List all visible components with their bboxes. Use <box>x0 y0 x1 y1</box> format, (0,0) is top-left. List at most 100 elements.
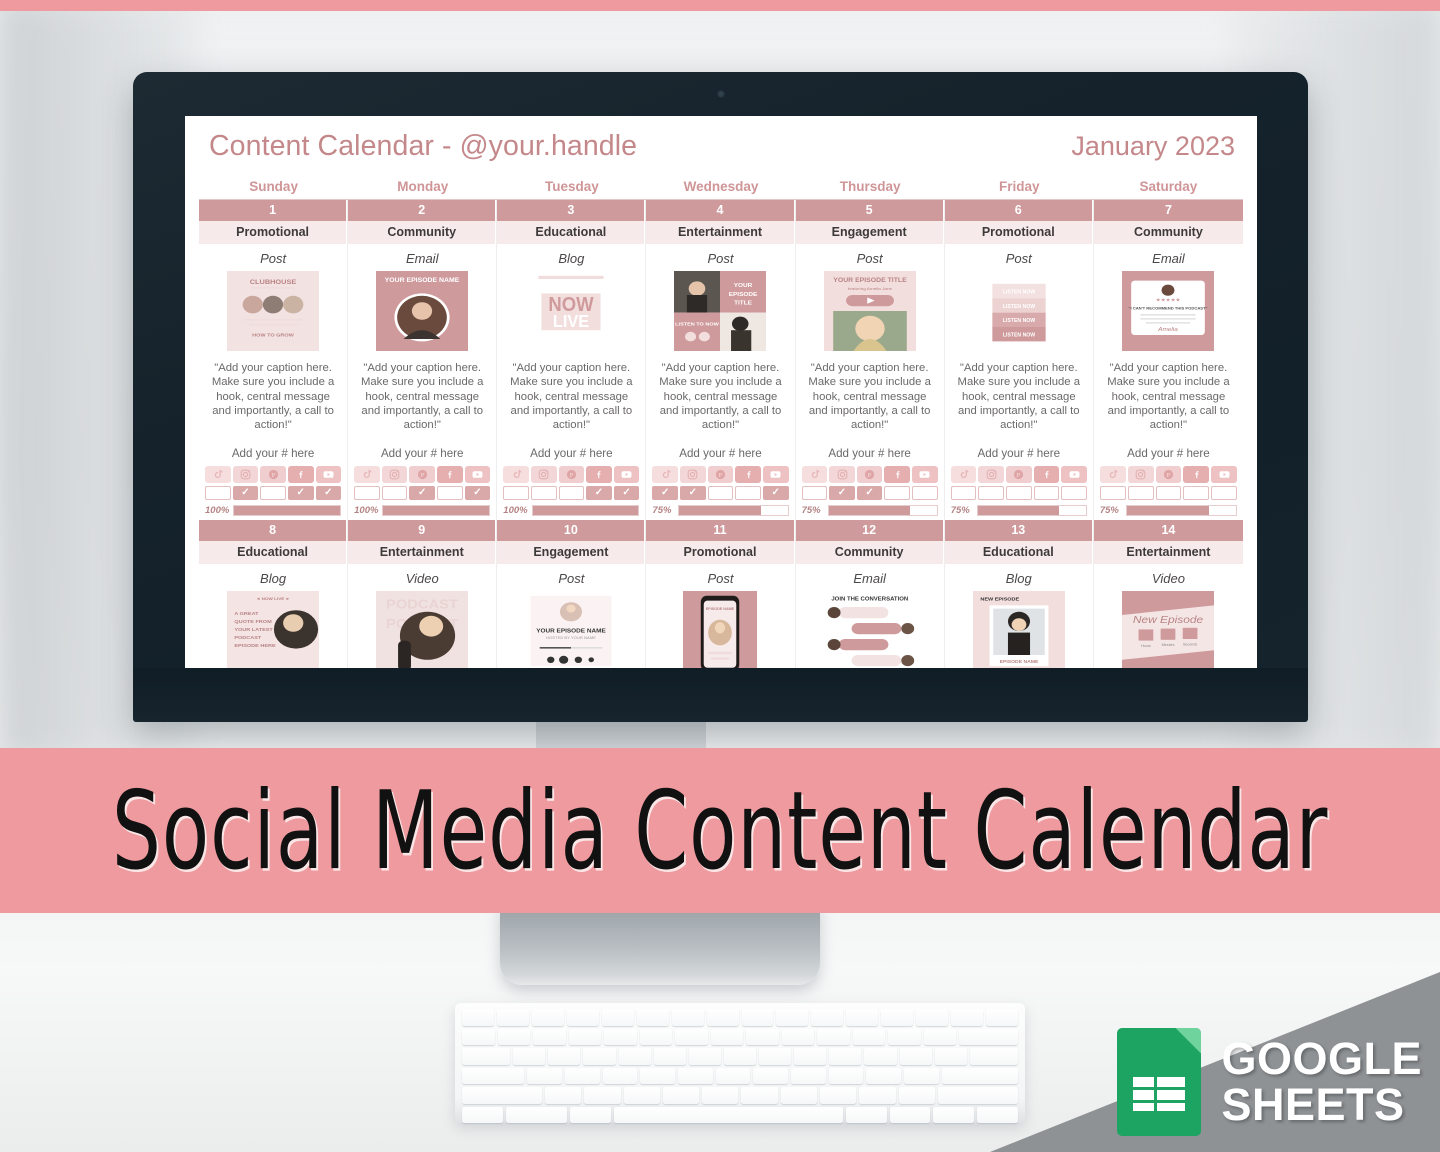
keyboard-key[interactable] <box>640 1067 676 1084</box>
keyboard-key[interactable] <box>723 1048 757 1065</box>
checkbox-pinterest[interactable] <box>260 485 286 500</box>
calendar-day-cell[interactable]: 13 Educational Blog NEW EPISODE EPISODE NAME <box>944 519 1094 668</box>
caption-text[interactable]: "Add your caption here. Make sure you in… <box>945 353 1093 433</box>
keyboard-key[interactable] <box>653 1048 686 1065</box>
keyboard-key[interactable] <box>934 1048 967 1065</box>
checkbox-instagram[interactable] <box>978 485 1004 500</box>
keyboard-key[interactable] <box>568 1028 602 1045</box>
checkbox-instagram[interactable] <box>829 485 855 500</box>
caption-text[interactable]: "Add your caption here. Make sure you in… <box>796 353 944 433</box>
keyboard-key[interactable] <box>776 1009 809 1026</box>
keyboard-key[interactable] <box>811 1009 844 1026</box>
keyboard-key[interactable] <box>565 1067 600 1084</box>
keyboard-key[interactable] <box>462 1028 495 1045</box>
keyboard-key[interactable] <box>781 1028 815 1045</box>
checkbox-youtube[interactable] <box>1061 485 1087 500</box>
checkbox-pinterest[interactable] <box>707 485 734 500</box>
new-episode-polaroid[interactable]: NEW EPISODE EPISODE NAME <box>972 590 1065 668</box>
checkbox-pinterest[interactable] <box>1155 485 1182 500</box>
keyboard-key[interactable] <box>889 1106 931 1123</box>
keyboard-key[interactable] <box>881 1009 914 1026</box>
keyboard-key[interactable] <box>497 1028 531 1045</box>
keyboard-key[interactable] <box>623 1087 660 1104</box>
keyboard-key[interactable] <box>898 1087 936 1104</box>
checkbox-tiktok[interactable] <box>503 485 529 500</box>
keyboard-key[interactable] <box>791 1067 826 1084</box>
calendar-day-cell[interactable]: 12 Community Email JOIN THE CONVERSATION <box>795 519 945 668</box>
checkbox-instagram[interactable] <box>680 485 706 500</box>
keyboard-key[interactable] <box>462 1009 494 1026</box>
checkbox-pinterest[interactable] <box>1005 485 1032 500</box>
keyboard-key[interactable] <box>662 1087 700 1104</box>
keyboard-key[interactable] <box>759 1048 792 1065</box>
checkbox-tiktok[interactable] <box>652 485 679 500</box>
new-episode-countdown[interactable]: New Episode Hours Minutes Seconds <box>1122 590 1215 668</box>
clubhouse-promo-graphic[interactable]: CLUBHOUSE HOW TO GROW <box>227 271 320 351</box>
caption-text[interactable]: "Add your caption here. Make sure you in… <box>1094 353 1243 433</box>
checkbox-youtube[interactable] <box>464 485 491 500</box>
your-episode-name-email[interactable]: YOUR EPISODE NAME <box>376 271 469 351</box>
keyboard-key[interactable] <box>904 1067 939 1084</box>
calendar-day-cell[interactable]: 2 Community Email YOUR EPISODE NAME "Add you… <box>348 200 498 520</box>
keyboard-key[interactable] <box>753 1067 789 1084</box>
checkbox-tiktok[interactable] <box>950 485 977 500</box>
keyboard-key[interactable] <box>923 1028 957 1045</box>
keyboard-key[interactable] <box>496 1009 529 1026</box>
keyboard-key[interactable] <box>527 1067 563 1084</box>
calendar-day-cell[interactable]: 8 Educational Blog ◄ NOW LIVE ► A GREAT QUOTE… <box>199 519 349 668</box>
episode-audio-player[interactable]: YOUR EPISODE NAME HOSTED BY YOUR NAME <box>525 590 618 668</box>
calendar-day-cell[interactable]: 6 Promotional Post LISTEN NOW LISTEN NOW LIST… <box>944 200 1094 520</box>
keyboard-key[interactable] <box>462 1087 542 1104</box>
keyboard-key[interactable] <box>548 1048 581 1065</box>
keyboard-key[interactable] <box>746 1028 779 1045</box>
caption-text[interactable]: "Add your caption here. Make sure you in… <box>348 353 496 433</box>
join-the-conversation-chat[interactable]: JOIN THE CONVERSATION <box>823 590 916 668</box>
keyboard-key[interactable] <box>513 1048 546 1065</box>
keyboard-key[interactable] <box>715 1067 751 1084</box>
checkbox-instagram[interactable] <box>381 485 408 500</box>
keyboard-key[interactable] <box>852 1028 886 1045</box>
hashtag-text[interactable]: Add your # here <box>497 433 645 466</box>
hashtag-text[interactable]: Add your # here <box>199 433 347 466</box>
keyboard-key[interactable] <box>601 1009 634 1026</box>
keyboard-key[interactable] <box>846 1009 879 1026</box>
keyboard-key[interactable] <box>933 1106 975 1123</box>
checkbox-youtube[interactable] <box>315 485 342 500</box>
checkbox-pinterest[interactable] <box>558 485 585 500</box>
keyboard-key[interactable] <box>604 1028 637 1045</box>
testimonial-review-card[interactable]: ★★★★★ "I CAN'T RECOMMEND THIS PODCAST" Ame… <box>1122 271 1215 351</box>
keyboard-key[interactable] <box>566 1009 599 1026</box>
keyboard-key[interactable] <box>741 1087 778 1104</box>
keyboard-key[interactable] <box>845 1106 887 1123</box>
keyboard-key[interactable] <box>866 1067 902 1084</box>
keyboard-key[interactable] <box>688 1048 721 1065</box>
checkbox-facebook[interactable] <box>884 485 911 500</box>
keyboard-key[interactable] <box>828 1067 864 1084</box>
hashtag-text[interactable]: Add your # here <box>796 433 944 466</box>
keyboard-key[interactable] <box>899 1048 932 1065</box>
checkbox-instagram[interactable] <box>530 485 557 500</box>
checkbox-instagram[interactable] <box>1127 485 1154 500</box>
keyboard-key[interactable] <box>462 1106 503 1123</box>
keyboard-key[interactable] <box>820 1087 857 1104</box>
keyboard-key[interactable] <box>864 1048 897 1065</box>
keyboard-key[interactable] <box>583 1048 616 1065</box>
checkbox-pinterest[interactable] <box>409 485 436 500</box>
checkbox-tiktok[interactable] <box>801 485 828 500</box>
keyboard-key[interactable] <box>533 1028 566 1045</box>
keyboard-key[interactable] <box>584 1087 621 1104</box>
now-live-graphic[interactable]: NOW LIVE <box>534 271 609 351</box>
calendar-day-cell[interactable]: 10 Engagement Post YOUR EPISODE NAME HOSTED … <box>497 519 647 668</box>
keyboard-key[interactable] <box>678 1067 713 1084</box>
keyboard-key[interactable] <box>780 1087 818 1104</box>
great-quote-podcast[interactable]: ◄ NOW LIVE ► A GREAT QUOTE FROM YOUR LATEST… <box>227 590 320 668</box>
checkbox-youtube[interactable] <box>762 485 789 500</box>
checkbox-facebook[interactable] <box>1183 485 1210 500</box>
checkbox-facebook[interactable] <box>735 485 761 500</box>
checkbox-pinterest[interactable] <box>856 485 883 500</box>
keyboard-key[interactable] <box>505 1106 568 1123</box>
calendar-day-cell[interactable]: 1 Promotional Post CLUBHOUSE HOW TO GROW "Add… <box>199 200 349 520</box>
keyboard-key[interactable] <box>462 1048 511 1065</box>
keyboard-key[interactable] <box>675 1028 708 1045</box>
calendar-day-cell[interactable]: 5 Engagement Post YOUR EPISODE TITLE featuri… <box>795 200 945 520</box>
